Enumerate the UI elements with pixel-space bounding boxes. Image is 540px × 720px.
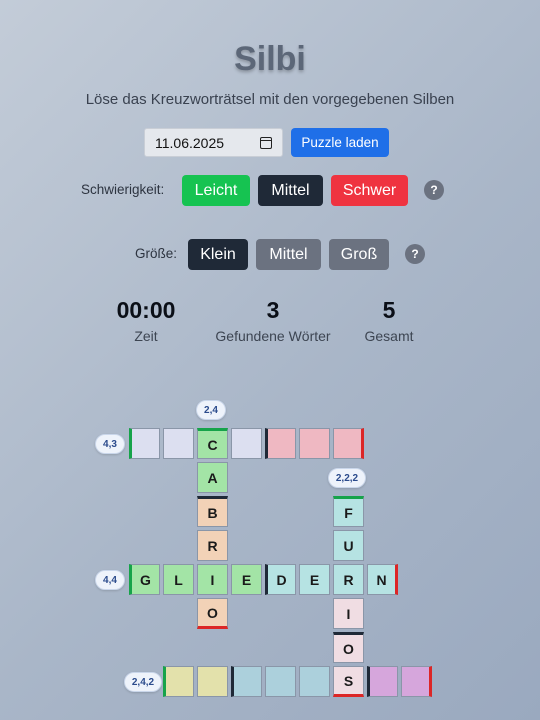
size-label: Größe: [135, 246, 178, 261]
grid-cell[interactable]: U [333, 530, 364, 561]
grid-cell[interactable]: O [333, 632, 364, 663]
grid-cell[interactable] [163, 428, 194, 459]
grid-cell[interactable]: G [129, 564, 160, 595]
grid-cell[interactable]: I [333, 598, 364, 629]
grid-cell[interactable]: R [197, 530, 228, 561]
timer-label: Zeit [134, 328, 158, 344]
load-puzzle-button[interactable]: Puzzle laden [291, 128, 389, 157]
app-subtitle: Löse das Kreuzworträtsel mit den vorgege… [85, 91, 455, 108]
grid-cell[interactable]: E [231, 564, 262, 595]
total-words-label: Gesamt [364, 328, 414, 344]
difficulty-hard-button[interactable]: Schwer [331, 175, 408, 206]
grid-cell[interactable]: N [367, 564, 398, 595]
clue-bubble-2-4: 2,4 [196, 400, 226, 420]
date-value: 11.06.2025 [155, 134, 225, 151]
grid-cell[interactable] [265, 428, 296, 459]
grid-cell[interactable] [299, 666, 330, 697]
size-small-button[interactable]: Klein [188, 239, 248, 270]
grid-cell[interactable]: L [163, 564, 194, 595]
grid-cell[interactable]: D [265, 564, 296, 595]
grid-cell[interactable] [299, 428, 330, 459]
timer-value: 00:00 [116, 297, 176, 323]
size-large-button[interactable]: Groß [329, 239, 389, 270]
grid-cell[interactable]: S [333, 666, 364, 697]
size-help-icon[interactable]: ? [405, 244, 425, 264]
grid-cell[interactable]: B [197, 496, 228, 527]
grid-cell[interactable] [197, 666, 228, 697]
difficulty-help-icon[interactable]: ? [424, 180, 444, 200]
grid-cell[interactable] [231, 666, 262, 697]
grid-cell[interactable] [401, 666, 432, 697]
difficulty-medium-button[interactable]: Mittel [258, 175, 323, 206]
grid-cell[interactable]: F [333, 496, 364, 527]
grid-cell[interactable]: A [197, 462, 228, 493]
clue-bubble-4-3: 4,3 [95, 434, 125, 454]
found-words-label: Gefundene Wörter [215, 328, 331, 344]
calendar-icon[interactable] [260, 136, 272, 149]
grid-cell[interactable] [163, 666, 194, 697]
total-words-value: 5 [382, 297, 396, 323]
grid-cell[interactable] [367, 666, 398, 697]
grid-cell[interactable] [231, 428, 262, 459]
grid-cell[interactable]: E [299, 564, 330, 595]
grid-cell[interactable] [333, 428, 364, 459]
grid-cell[interactable] [129, 428, 160, 459]
grid-cell[interactable] [265, 666, 296, 697]
clue-bubble-4-4: 4,4 [95, 570, 125, 590]
difficulty-label: Schwierigkeit: [81, 182, 165, 197]
clue-bubble-2-4-2: 2,4,2 [124, 672, 162, 692]
date-input[interactable]: 11.06.2025 [144, 128, 283, 157]
grid-cell[interactable]: C [197, 428, 228, 459]
grid-cell[interactable]: O [197, 598, 228, 629]
difficulty-easy-button[interactable]: Leicht [182, 175, 250, 206]
grid-cell[interactable]: I [197, 564, 228, 595]
grid-cell[interactable]: R [333, 564, 364, 595]
clue-bubble-2-2-2: 2,2,2 [328, 468, 366, 488]
app-title: Silbi [234, 40, 306, 78]
size-medium-button[interactable]: Mittel [256, 239, 321, 270]
found-words-value: 3 [266, 297, 280, 323]
